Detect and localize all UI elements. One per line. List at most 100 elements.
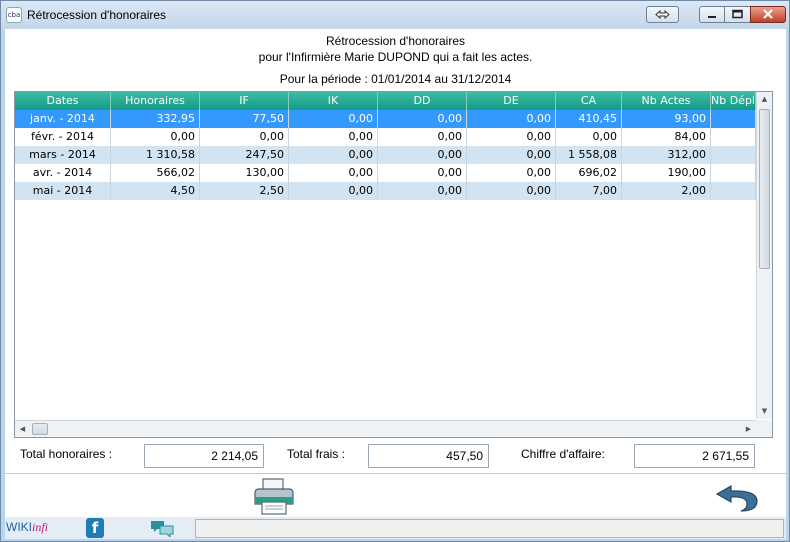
separator [5, 473, 786, 474]
cell-nb-actes: 84,00 [622, 128, 711, 146]
maximize-icon [732, 9, 743, 19]
app-window: cba Rétrocession d'honoraires Rétrocessi… [0, 0, 790, 542]
table-row[interactable]: mars - 2014 1 310,58 247,50 0,00 0,00 0,… [15, 146, 756, 164]
cell-ca: 0,00 [556, 128, 622, 146]
cell-nb-depl [711, 110, 756, 128]
cell-dd: 0,00 [378, 146, 467, 164]
back-button[interactable] [713, 478, 759, 516]
cell-honoraires: 332,95 [111, 110, 200, 128]
table-header: Dates Honoraires IF IK DD DE CA Nb Actes… [15, 92, 756, 110]
cell-honoraires: 566,02 [111, 164, 200, 182]
cell-if: 130,00 [200, 164, 289, 182]
app-icon: cba [6, 7, 22, 23]
wiki-text: WIKI [6, 520, 32, 534]
vertical-scrollbar[interactable]: ▲ ▼ [756, 92, 772, 419]
total-honoraires-field[interactable]: 2 214,05 [144, 444, 264, 468]
cell-ik: 0,00 [289, 146, 378, 164]
scroll-down-icon[interactable]: ▼ [757, 404, 772, 419]
table-row[interactable]: mai - 2014 4,50 2,50 0,00 0,00 0,00 7,00… [15, 182, 756, 200]
minimize-button[interactable] [699, 6, 725, 23]
column-header-de[interactable]: DE [467, 92, 556, 110]
cell-ik: 0,00 [289, 182, 378, 200]
cell-if: 247,50 [200, 146, 289, 164]
report-subtitle: pour l'Infirmière Marie DUPOND qui a fai… [258, 50, 533, 64]
cell-ca: 410,45 [556, 110, 622, 128]
status-bar [195, 519, 784, 538]
swap-icon [655, 9, 670, 20]
minimize-icon [708, 16, 716, 18]
total-frais-field[interactable]: 457,50 [368, 444, 489, 468]
cell-dd: 0,00 [378, 128, 467, 146]
client-area: Rétrocession d'honoraires pour l'Infirmi… [5, 29, 786, 539]
cell-date: févr. - 2014 [15, 128, 111, 146]
cell-nb-actes: 190,00 [622, 164, 711, 182]
cell-nb-depl [711, 128, 756, 146]
cell-honoraires: 4,50 [111, 182, 200, 200]
table-row[interactable]: janv. - 2014 332,95 77,50 0,00 0,00 0,00… [15, 110, 756, 128]
cell-de: 0,00 [467, 182, 556, 200]
column-header-nb-actes[interactable]: Nb Actes [622, 92, 711, 110]
back-arrow-icon [715, 484, 758, 512]
cell-honoraires: 1 310,58 [111, 146, 200, 164]
column-header-ca[interactable]: CA [556, 92, 622, 110]
cell-de: 0,00 [467, 110, 556, 128]
cell-de: 0,00 [467, 128, 556, 146]
column-header-ik[interactable]: IK [289, 92, 378, 110]
cell-if: 77,50 [200, 110, 289, 128]
cell-dd: 0,00 [378, 164, 467, 182]
scroll-right-icon[interactable]: ▶ [741, 421, 756, 437]
cell-date: mai - 2014 [15, 182, 111, 200]
column-header-nb-depl[interactable]: Nb Dépl. [711, 92, 756, 110]
title-bar[interactable]: cba Rétrocession d'honoraires [1, 1, 789, 29]
report-period: Pour la période : 01/01/2014 au 31/12/20… [279, 72, 512, 86]
cell-ik: 0,00 [289, 110, 378, 128]
column-header-dates[interactable]: Dates [15, 92, 111, 110]
cell-nb-actes: 2,00 [622, 182, 711, 200]
cell-ik: 0,00 [289, 128, 378, 146]
table-row[interactable]: févr. - 2014 0,00 0,00 0,00 0,00 0,00 0,… [15, 128, 756, 146]
chat-icon [151, 521, 174, 539]
cell-ca: 7,00 [556, 182, 622, 200]
chat-button[interactable] [149, 519, 175, 539]
maximize-button[interactable] [724, 6, 751, 23]
cell-honoraires: 0,00 [111, 128, 200, 146]
cell-ca: 1 558,08 [556, 146, 622, 164]
chiffre-affaire-field[interactable]: 2 671,55 [634, 444, 755, 468]
window-title: Rétrocession d'honoraires [27, 8, 167, 22]
fees-table[interactable]: Dates Honoraires IF IK DD DE CA Nb Actes… [14, 91, 773, 438]
cell-ik: 0,00 [289, 164, 378, 182]
scrollbar-corner [756, 420, 772, 437]
footer-bar: WIKIinfi f [5, 517, 786, 539]
column-header-honoraires[interactable]: Honoraires [111, 92, 200, 110]
cell-nb-depl [711, 164, 756, 182]
table-row[interactable]: avr. - 2014 566,02 130,00 0,00 0,00 0,00… [15, 164, 756, 182]
facebook-icon[interactable]: f [86, 518, 104, 538]
cell-ca: 696,02 [556, 164, 622, 182]
cell-de: 0,00 [467, 164, 556, 182]
close-button[interactable] [750, 6, 786, 23]
wikiinfi-link[interactable]: WIKIinfi [6, 520, 48, 535]
print-button[interactable] [251, 477, 297, 517]
scroll-left-icon[interactable]: ◀ [15, 421, 30, 437]
vertical-scroll-thumb[interactable] [759, 109, 770, 269]
column-header-dd[interactable]: DD [378, 92, 467, 110]
column-header-if[interactable]: IF [200, 92, 289, 110]
cell-date: janv. - 2014 [15, 110, 111, 128]
swap-window-button[interactable] [646, 6, 679, 23]
cell-if: 2,50 [200, 182, 289, 200]
cell-if: 0,00 [200, 128, 289, 146]
total-honoraires-label: Total honoraires : [20, 447, 113, 461]
scroll-up-icon[interactable]: ▲ [757, 92, 772, 107]
cell-de: 0,00 [467, 146, 556, 164]
cell-date: mars - 2014 [15, 146, 111, 164]
horizontal-scroll-thumb[interactable] [32, 423, 48, 435]
report-title: Rétrocession d'honoraires [325, 34, 466, 48]
total-frais-label: Total frais : [287, 447, 346, 461]
cell-date: avr. - 2014 [15, 164, 111, 182]
cell-nb-depl [711, 146, 756, 164]
close-icon [763, 9, 773, 19]
cell-nb-actes: 312,00 [622, 146, 711, 164]
horizontal-scrollbar[interactable]: ◀ ▶ [15, 420, 756, 437]
infi-text: infi [32, 520, 49, 534]
cell-nb-actes: 93,00 [622, 110, 711, 128]
